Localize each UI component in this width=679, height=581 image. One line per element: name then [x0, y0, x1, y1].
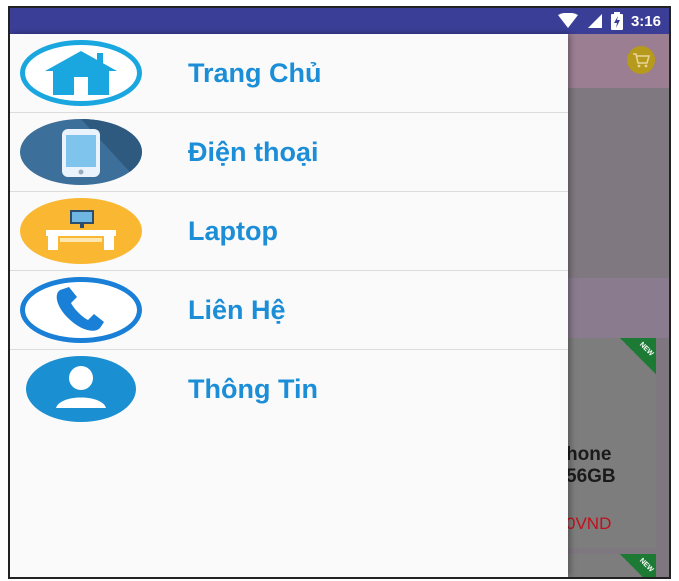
new-badge: NEW	[620, 338, 656, 374]
signal-icon	[587, 14, 602, 28]
menu-label-phone: Điện thoại	[188, 136, 319, 167]
phone-icon	[20, 119, 142, 185]
menu-label-home: Trang Chủ	[188, 57, 322, 88]
wifi-icon	[557, 13, 578, 28]
battery-icon	[610, 12, 623, 30]
product-title: hone 56GB	[566, 444, 616, 487]
menu-label-laptop: Laptop	[188, 215, 278, 246]
laptop-icon	[20, 198, 142, 264]
menu-label-info: Thông Tin	[188, 373, 318, 404]
menu-label-contact: Liên Hệ	[188, 294, 286, 325]
user-icon	[26, 356, 136, 422]
menu-item-home[interactable]: Trang Chủ	[10, 34, 568, 113]
contact-icon	[20, 277, 142, 343]
product-card[interactable]: NEW hone 56GB 0VND	[566, 338, 656, 548]
cart-button[interactable]	[627, 46, 655, 74]
new-badge: NEW	[620, 554, 656, 577]
navigation-drawer: Trang Chủ Điện thoại Laptop Liên Hệ Thôn…	[10, 34, 568, 577]
device-frame: 3:16 NEW hone 56GB 0VND NEW Trang Chủ Đi…	[8, 6, 671, 579]
menu-item-contact[interactable]: Liên Hệ	[10, 271, 568, 350]
menu-item-phone[interactable]: Điện thoại	[10, 113, 568, 192]
cart-icon	[633, 53, 650, 68]
menu-item-laptop[interactable]: Laptop	[10, 192, 568, 271]
home-icon	[20, 40, 142, 106]
product-card[interactable]: NEW	[566, 554, 656, 577]
status-time: 3:16	[630, 12, 661, 30]
product-price: 0VND	[566, 514, 612, 533]
menu-item-info[interactable]: Thông Tin	[10, 350, 568, 428]
status-bar: 3:16	[10, 8, 669, 34]
